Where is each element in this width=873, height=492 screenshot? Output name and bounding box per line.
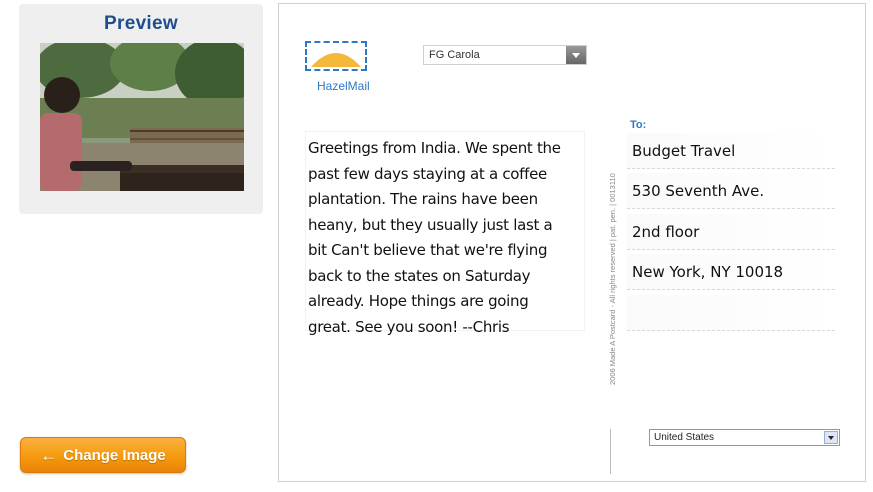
font-select[interactable]: FG Carola: [423, 45, 587, 65]
logo-text: HazelMail: [317, 79, 370, 93]
chevron-down-icon: [572, 52, 580, 58]
country-select-value: United States: [654, 432, 715, 443]
preview-image: [40, 43, 244, 191]
chevron-down-icon: [828, 435, 834, 440]
country-select[interactable]: United States: [649, 429, 840, 446]
address-line-5[interactable]: [627, 295, 835, 331]
change-image-button[interactable]: ← Change Image: [20, 437, 186, 473]
copyright-text: 2006 Made A Postcard - All rights reserv…: [608, 173, 617, 385]
font-select-value: FG Carola: [429, 49, 480, 61]
postcard: HazelMail FG Carola Greetings from India…: [278, 3, 866, 482]
change-image-label: Change Image: [63, 446, 166, 464]
preview-panel: Preview: [19, 4, 263, 214]
message-textarea[interactable]: Greetings from India. We spent the past …: [305, 131, 585, 336]
address-line-2[interactable]: 530 Seventh Ave.: [627, 173, 835, 209]
address-line-1[interactable]: Budget Travel: [627, 133, 835, 169]
font-select-arrow[interactable]: [566, 46, 586, 64]
country-select-arrow[interactable]: [824, 431, 838, 444]
address-line-3[interactable]: 2nd floor: [627, 214, 835, 250]
address-line-4[interactable]: New York, NY 10018: [627, 254, 835, 290]
arrow-left-icon: ←: [40, 445, 58, 465]
divider-line: [610, 429, 611, 474]
hazelmail-logo: HazelMail: [305, 41, 370, 93]
to-label: To:: [630, 119, 647, 131]
preview-title: Preview: [104, 13, 178, 34]
stamp-icon: [305, 41, 367, 71]
